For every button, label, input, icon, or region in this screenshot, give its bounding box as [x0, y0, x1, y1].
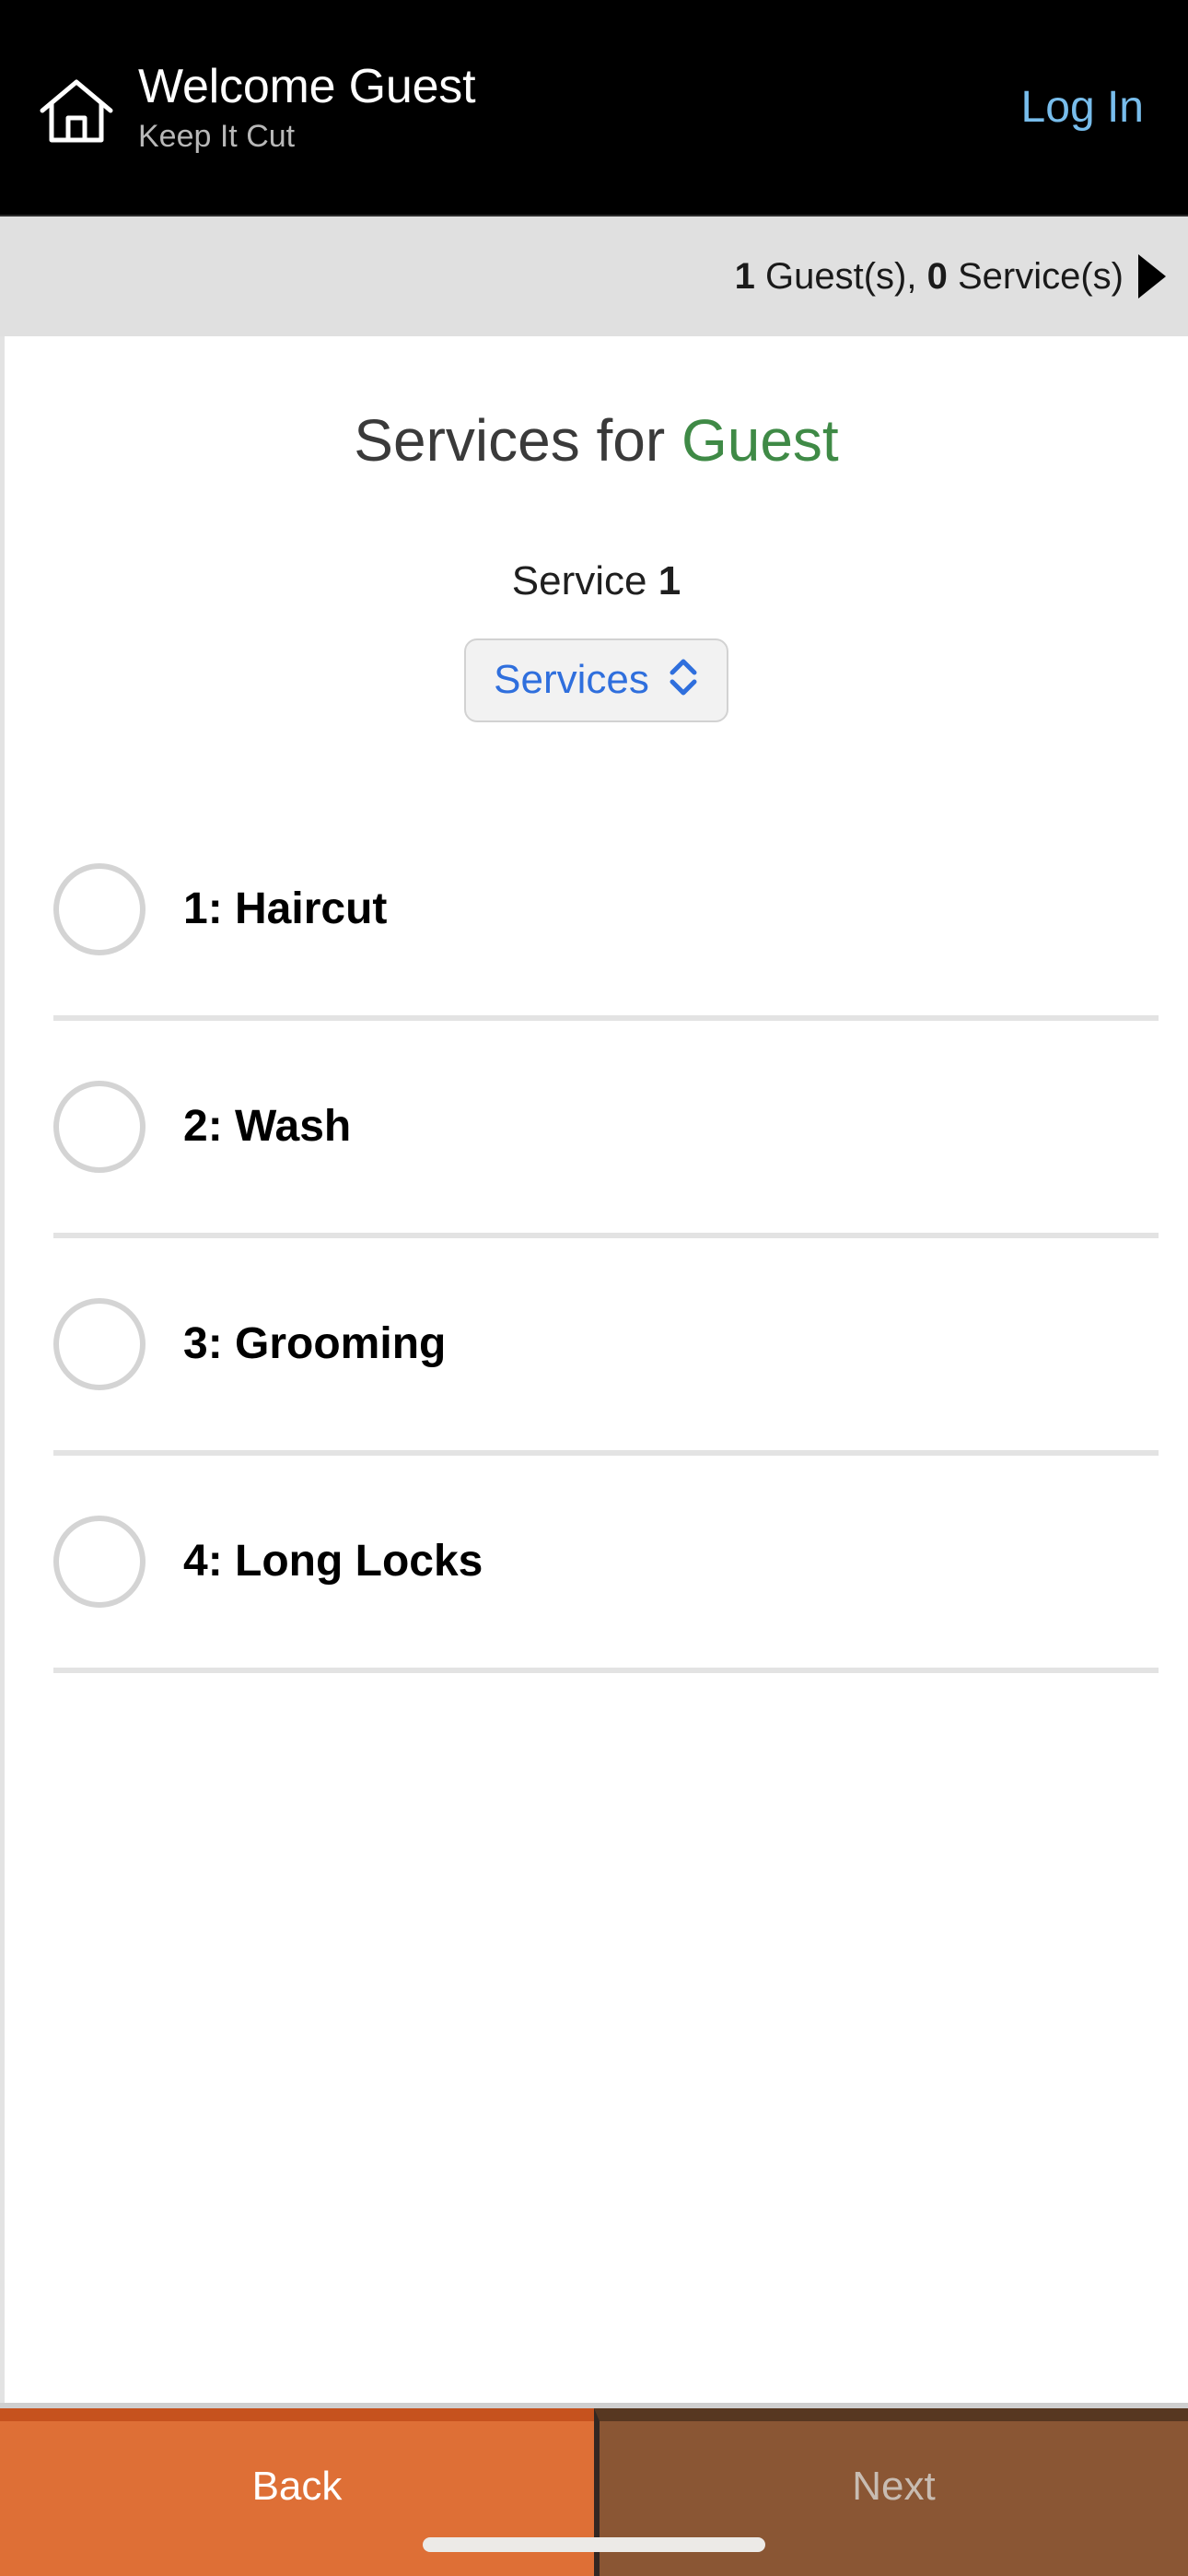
guest-count: 1: [734, 256, 755, 297]
service-index-label: Service 1: [5, 557, 1188, 605]
cart-summary-bar[interactable]: 1 Guest(s), 0 Service(s): [0, 215, 1188, 336]
bottom-navigation-bar: Back Next: [0, 2403, 1188, 2576]
business-name: Keep It Cut: [138, 118, 296, 154]
list-item[interactable]: 4: Long Locks: [5, 1456, 1188, 1668]
cart-summary-text: 1 Guest(s), 0 Service(s): [735, 254, 1124, 299]
service-type-select[interactable]: Services: [464, 638, 728, 722]
radio-button-icon[interactable]: [53, 1516, 146, 1608]
service-count: 0: [926, 256, 948, 297]
list-divider: [53, 1668, 1159, 1673]
app-screen: Welcome Guest Keep It Cut Log In 1 Guest…: [0, 0, 1188, 2576]
service-select-wrap: Services: [5, 638, 1188, 722]
list-item-label: 3: Grooming: [183, 1319, 447, 1368]
service-index-prefix: Service: [511, 558, 658, 603]
guest-count-label: Guest(s),: [754, 256, 927, 297]
list-item-label: 4: Long Locks: [183, 1537, 483, 1586]
service-type-select-value: Services: [494, 656, 649, 702]
log-in-link[interactable]: Log In: [1018, 73, 1147, 143]
list-item-label: 1: Haircut: [183, 884, 388, 933]
radio-button-icon[interactable]: [53, 1298, 146, 1390]
header-titles: Welcome Guest Keep It Cut: [138, 59, 1018, 157]
chevron-up-down-icon: [666, 655, 701, 704]
list-item[interactable]: 2: Wash: [5, 1021, 1188, 1233]
list-item[interactable]: 3: Grooming: [5, 1238, 1188, 1450]
page-title-prefix: Services for: [354, 407, 681, 474]
app-header: Welcome Guest Keep It Cut Log In: [0, 0, 1188, 215]
service-count-label: Service(s): [947, 256, 1124, 297]
list-item-label: 2: Wash: [183, 1102, 352, 1151]
list-item[interactable]: 1: Haircut: [5, 803, 1188, 1015]
caret-right-icon[interactable]: [1138, 254, 1166, 299]
service-index-number: 1: [658, 558, 681, 603]
radio-button-icon[interactable]: [53, 863, 146, 955]
main-content: Services for Guest Service 1 Services 1:…: [0, 336, 1188, 2403]
radio-button-icon[interactable]: [53, 1081, 146, 1173]
service-option-list: 1: Haircut 2: Wash 3: Grooming 4: Long L…: [5, 803, 1188, 1673]
welcome-title: Welcome Guest: [138, 59, 476, 113]
page-title: Services for Guest: [5, 406, 1188, 474]
home-indicator: [423, 2537, 765, 2552]
page-title-guest-name: Guest: [681, 407, 839, 474]
home-icon[interactable]: [37, 72, 116, 151]
